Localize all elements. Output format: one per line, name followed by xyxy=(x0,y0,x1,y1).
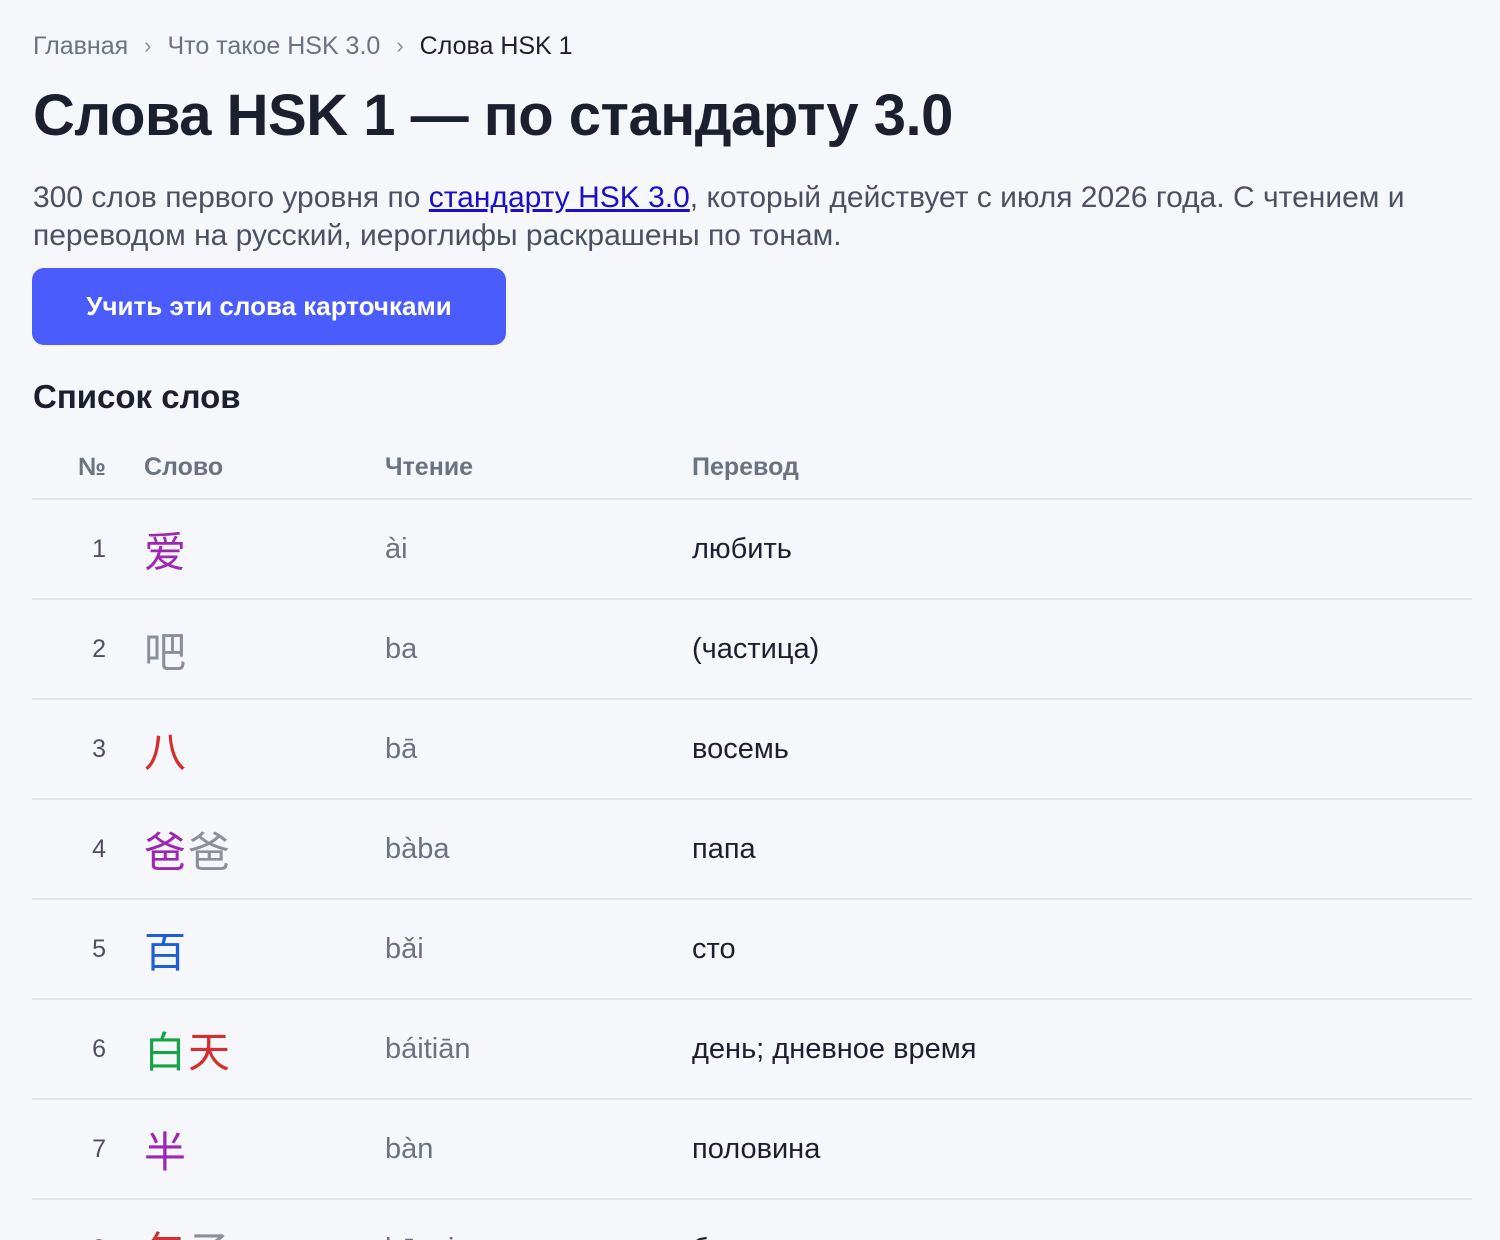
table-row[interactable]: 7 半 bàn половина xyxy=(32,1099,1472,1200)
table-row[interactable]: 4 爸爸 bàba папа xyxy=(32,799,1472,900)
hanzi-char: 半 xyxy=(144,1127,187,1177)
header-translation: Перевод xyxy=(692,436,1472,500)
hanzi-char: 天 xyxy=(188,1027,231,1077)
row-number: 7 xyxy=(32,1099,144,1200)
row-translation: половина xyxy=(692,1099,1472,1200)
intro-before: 300 слов первого уровня по xyxy=(33,181,429,214)
table-row[interactable]: 6 白天 báitiān день; дневное время xyxy=(32,999,1472,1100)
hanzi-char: 爱 xyxy=(144,527,187,577)
row-number: 8 xyxy=(32,1199,144,1240)
table-row[interactable]: 5 百 bǎi сто xyxy=(32,899,1472,1000)
row-translation: (частица) xyxy=(692,599,1472,700)
row-translation: баоцзы xyxy=(692,1199,1472,1240)
study-flashcards-button[interactable]: Учить эти слова карточками xyxy=(32,268,506,345)
hanzi-char: 八 xyxy=(144,727,187,777)
row-word: 包子 xyxy=(144,1199,385,1240)
row-reading: bàn xyxy=(385,1099,692,1200)
row-reading: bā xyxy=(385,699,692,800)
hanzi-char: 吧 xyxy=(144,627,187,677)
row-word: 百 xyxy=(144,899,385,1000)
intro-text: 300 слов первого уровня по стандарту HSK… xyxy=(33,179,1433,255)
table-row[interactable]: 1 爱 ài любить xyxy=(32,499,1472,600)
word-table-body: 1 爱 ài любить 2 吧 ba (частица) 3 八 bā восемь 4 爸爸 bàba… xyxy=(32,499,1472,1240)
hanzi-char: 爸 xyxy=(188,827,231,877)
header-num: № xyxy=(32,436,144,500)
row-translation: сто xyxy=(692,899,1472,1000)
breadcrumb: Главная › Что такое HSK 3.0 › Слова HSK … xyxy=(33,30,573,62)
row-number: 2 xyxy=(32,599,144,700)
row-word: 吧 xyxy=(144,599,385,700)
hsk-standard-link[interactable]: стандарту HSK 3.0 xyxy=(429,181,690,214)
row-number: 5 xyxy=(32,899,144,1000)
row-number: 4 xyxy=(32,799,144,900)
header-word: Слово xyxy=(144,436,385,500)
row-reading: báitiān xyxy=(385,999,692,1100)
hanzi-char: 包 xyxy=(144,1219,186,1240)
row-translation: восемь xyxy=(692,699,1472,800)
row-reading: bàba xyxy=(385,799,692,900)
hanzi-char: 子 xyxy=(188,1219,230,1240)
word-table: № Слово Чтение Перевод 1 爱 ài любить 2 吧 ba (ча… xyxy=(32,436,1472,1240)
chevron-right-icon: › xyxy=(396,33,404,58)
chevron-right-icon: › xyxy=(144,33,152,58)
row-word: 白天 xyxy=(144,999,385,1100)
table-header-row: № Слово Чтение Перевод xyxy=(32,436,1472,500)
row-translation: папа xyxy=(692,799,1472,900)
row-word: 爱 xyxy=(144,499,385,600)
row-number: 6 xyxy=(32,999,144,1100)
row-translation: день; дневное время xyxy=(692,999,1472,1100)
row-reading: ba xyxy=(385,599,692,700)
row-word: 爸爸 xyxy=(144,799,385,900)
row-reading: bǎi xyxy=(385,899,692,1000)
row-translation: любить xyxy=(692,499,1472,600)
table-row[interactable]: 2 吧 ba (частица) xyxy=(32,599,1472,700)
table-row[interactable]: 8包子bāoziбаоцзы xyxy=(32,1199,1472,1240)
word-list-heading: Список слов xyxy=(33,378,241,415)
hanzi-char: 爸 xyxy=(144,827,187,877)
breadcrumb-current: Слова HSK 1 xyxy=(419,32,573,60)
row-word: 八 xyxy=(144,699,385,800)
breadcrumb-home-link[interactable]: Главная xyxy=(33,30,128,62)
page-title: Слова HSK 1 — по стандарту 3.0 xyxy=(33,83,953,148)
hanzi-char: 百 xyxy=(144,927,187,977)
header-reading: Чтение xyxy=(385,436,692,500)
breadcrumb-parent-link[interactable]: Что такое HSK 3.0 xyxy=(167,30,380,62)
row-number: 1 xyxy=(32,499,144,600)
table-row[interactable]: 3 八 bā восемь xyxy=(32,699,1472,800)
row-reading: ài xyxy=(385,499,692,600)
row-word: 半 xyxy=(144,1099,385,1200)
row-number: 3 xyxy=(32,699,144,800)
row-reading: bāozi xyxy=(385,1199,692,1240)
hanzi-char: 白 xyxy=(144,1027,187,1077)
